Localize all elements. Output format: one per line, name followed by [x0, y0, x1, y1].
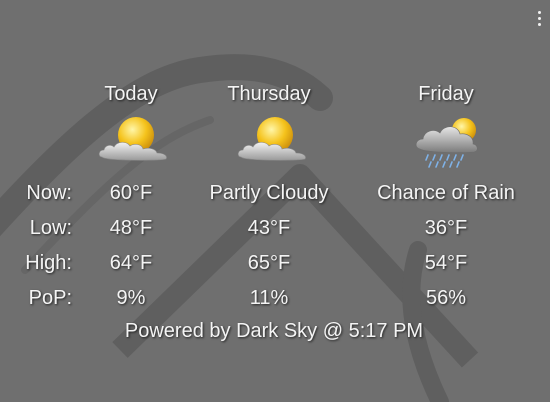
thursday-pop: 11%: [249, 287, 289, 309]
thursday-high: 65°F: [247, 252, 291, 274]
thursday-now: Partly Cloudy: [209, 182, 329, 204]
friday-now: Chance of Rain: [377, 182, 515, 204]
menu-dot: [538, 11, 541, 14]
today-now: 60°F: [109, 182, 153, 204]
day-header-friday: Friday: [418, 83, 474, 105]
thursday-low: 43°F: [247, 217, 291, 239]
day-header-thursday: Thursday: [227, 83, 311, 105]
partly-cloudy-icon: [237, 117, 306, 161]
row-label-high: High:: [25, 252, 72, 274]
rain-cloud-icon: [415, 118, 478, 168]
row-label-now: Now:: [26, 182, 72, 204]
partly-cloudy-icon: [98, 117, 167, 161]
friday-pop: 56%: [425, 287, 467, 309]
more-options-button[interactable]: [534, 8, 544, 28]
row-label-pop: PoP:: [28, 287, 72, 309]
powered-by-footer: Powered by Dark Sky @ 5:17 PM: [124, 320, 424, 342]
day-header-today: Today: [104, 83, 158, 105]
friday-high: 54°F: [424, 252, 468, 274]
menu-dot: [538, 23, 541, 26]
weather-widget: Today Thursday Friday Now: Low: High: Po…: [0, 0, 550, 402]
today-low: 48°F: [109, 217, 153, 239]
row-label-low: Low:: [29, 217, 72, 239]
friday-low: 36°F: [424, 217, 468, 239]
menu-dot: [538, 17, 541, 20]
today-pop: 9%: [116, 287, 146, 309]
today-high: 64°F: [109, 252, 153, 274]
